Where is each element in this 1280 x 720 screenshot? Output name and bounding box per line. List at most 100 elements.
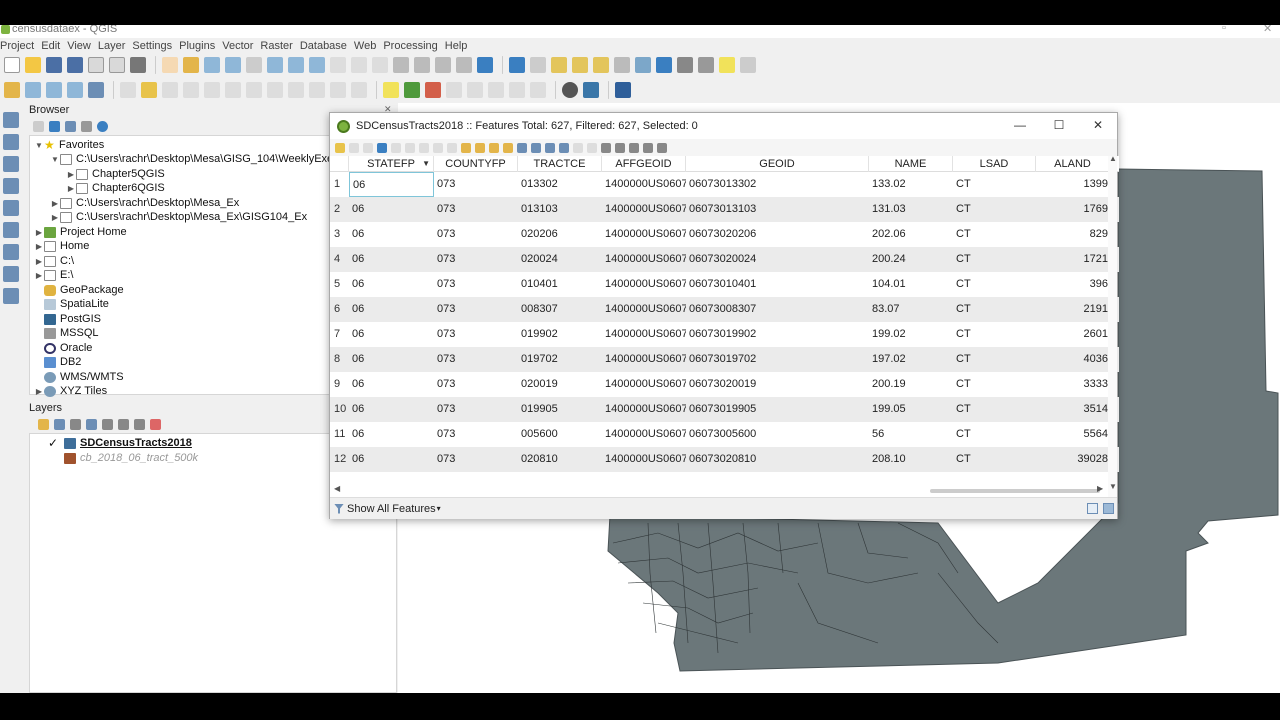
select-features-icon[interactable] [551, 57, 567, 73]
zoom-full-icon[interactable] [267, 57, 283, 73]
table-cell[interactable]: 1721 [1036, 247, 1110, 272]
menu-web[interactable]: Web [354, 40, 376, 52]
collapse-arrow-icon[interactable]: ▼ [50, 155, 60, 164]
add-selected-layers-icon[interactable] [33, 120, 44, 132]
expand-arrow-icon[interactable]: ▶ [34, 257, 44, 266]
cut-features-icon[interactable] [267, 82, 283, 98]
toggle-editing-icon[interactable] [335, 142, 345, 153]
table-cell[interactable]: 3514 [1036, 397, 1110, 422]
scroll-down-icon[interactable]: ▼ [1109, 482, 1117, 491]
table-cell[interactable]: 1400000US0607... [602, 197, 686, 222]
table-cell[interactable]: 1400000US0607... [602, 322, 686, 347]
table-cell[interactable]: 019905 [518, 397, 602, 422]
pan-to-selected-icon[interactable] [545, 142, 555, 153]
table-cell[interactable]: CT [953, 197, 1036, 222]
zoom-rubberband-icon[interactable] [246, 57, 262, 73]
table-cell[interactable]: 008307 [518, 297, 602, 322]
table-cell[interactable]: 06073020024 [686, 247, 869, 272]
pan-to-selection-icon[interactable] [183, 57, 199, 73]
add-feature-icon[interactable] [391, 142, 401, 153]
table-cell[interactable]: 06 [349, 372, 434, 397]
column-header-affgeoid[interactable]: AFFGEOID [602, 156, 686, 172]
form-view-icon[interactable] [1087, 503, 1098, 514]
table-cell[interactable]: 019902 [518, 322, 602, 347]
table-cell[interactable]: 1400000US0607... [602, 422, 686, 447]
browser-item-postgis[interactable]: PostGIS [44, 312, 101, 326]
table-cell[interactable]: 06073020019 [686, 372, 869, 397]
table-cell[interactable]: 073 [434, 447, 518, 472]
table-cell[interactable]: 1400000US0607... [602, 397, 686, 422]
table-cell[interactable]: 39028 [1036, 447, 1110, 472]
field-calculator-icon[interactable] [635, 57, 651, 73]
table-cell[interactable]: 06073013302 [686, 172, 869, 197]
table-cell[interactable]: CT [953, 447, 1036, 472]
table-cell[interactable]: 131.03 [869, 197, 953, 222]
minimize-icon[interactable]: — [1010, 118, 1030, 132]
table-cell[interactable]: 06 [349, 197, 434, 222]
table-cell[interactable]: 208.10 [869, 447, 953, 472]
browser-item-wms[interactable]: WMS/WMTS [44, 370, 124, 384]
table-row[interactable]: 11060730056001400000US0607...06073005600… [330, 422, 1119, 447]
table-cell[interactable]: 020019 [518, 372, 602, 397]
delete-feature-icon[interactable] [405, 142, 415, 153]
filter-expression-icon[interactable] [102, 418, 113, 430]
expand-arrow-icon[interactable]: ▶ [34, 242, 44, 251]
table-cell[interactable]: 073 [434, 197, 518, 222]
table-cell[interactable]: 5564 [1036, 422, 1110, 447]
organize-columns-icon[interactable] [601, 142, 611, 153]
table-cell[interactable]: 1400000US0607... [602, 372, 686, 397]
browser-item-spatialite[interactable]: SpatiaLite [44, 297, 109, 311]
column-header-statefp[interactable]: STATEFP ▼ [349, 156, 434, 172]
table-cell[interactable]: 1400000US0607... [602, 222, 686, 247]
menu-settings[interactable]: Settings [132, 40, 172, 52]
select-by-expression-icon[interactable] [461, 142, 471, 153]
menu-raster[interactable]: Raster [260, 40, 292, 52]
table-cell[interactable]: 396 [1036, 272, 1110, 297]
browser-item-weeklyexercises[interactable]: ▼ C:\Users\rachr\Desktop\Mesa\GISG_104\W… [50, 152, 362, 166]
table-cell[interactable]: 020810 [518, 447, 602, 472]
highlight-pinned-labels-icon[interactable] [425, 82, 441, 98]
filter-browser-icon[interactable] [65, 120, 76, 132]
row-number[interactable]: 3 [330, 222, 349, 247]
table-cell[interactable]: 2601 [1036, 322, 1110, 347]
table-cell[interactable]: 06 [349, 272, 434, 297]
zoom-to-selected-icon[interactable] [559, 142, 569, 153]
new-shapefile-icon[interactable] [46, 82, 62, 98]
expand-all-icon[interactable] [118, 418, 129, 430]
table-row[interactable]: 8060730197021400000US0607...060730197021… [330, 347, 1119, 372]
change-label-icon[interactable] [530, 82, 546, 98]
collapse-all-icon[interactable] [81, 120, 92, 132]
cut-icon[interactable] [419, 142, 429, 153]
bookmark-icon[interactable] [435, 57, 451, 73]
undo-icon[interactable] [330, 82, 346, 98]
restore-window-icon[interactable]: ▫ [1222, 25, 1226, 34]
open-styling-icon[interactable] [38, 418, 49, 430]
browser-item-mssql[interactable]: MSSQL [44, 326, 99, 340]
select-all-icon[interactable] [475, 142, 485, 153]
text-annotation-icon[interactable] [740, 57, 756, 73]
table-cell[interactable]: CT [953, 172, 1036, 197]
table-row[interactable]: 1060730133021400000US0607...060730133021… [330, 172, 1119, 197]
table-cell[interactable]: 199.05 [869, 397, 953, 422]
table-cell[interactable]: 06 [349, 447, 434, 472]
data-source-manager-icon[interactable] [4, 82, 20, 98]
table-cell[interactable]: 06073013103 [686, 197, 869, 222]
menu-layer[interactable]: Layer [98, 40, 126, 52]
deselect-all-icon[interactable] [503, 142, 513, 153]
copy-icon[interactable] [433, 142, 443, 153]
show-bookmarks-icon[interactable] [456, 57, 472, 73]
table-cell[interactable]: 06073019702 [686, 347, 869, 372]
table-cell[interactable]: 020206 [518, 222, 602, 247]
new-field-icon[interactable] [573, 142, 583, 153]
identify-features-icon[interactable] [509, 57, 525, 73]
statistics-summary-icon[interactable] [677, 57, 693, 73]
table-cell[interactable]: 06 [349, 322, 434, 347]
modify-attributes-icon[interactable] [225, 82, 241, 98]
redo-icon[interactable] [351, 82, 367, 98]
column-header-tractce[interactable]: TRACTCE [518, 156, 602, 172]
paste-features-icon[interactable] [309, 82, 325, 98]
browser-item-favorites[interactable]: ▼ ★ Favorites [34, 138, 104, 152]
digitize-edits-icon[interactable] [120, 82, 136, 98]
table-cell[interactable]: 200.19 [869, 372, 953, 397]
save-edits-icon[interactable] [363, 142, 373, 153]
